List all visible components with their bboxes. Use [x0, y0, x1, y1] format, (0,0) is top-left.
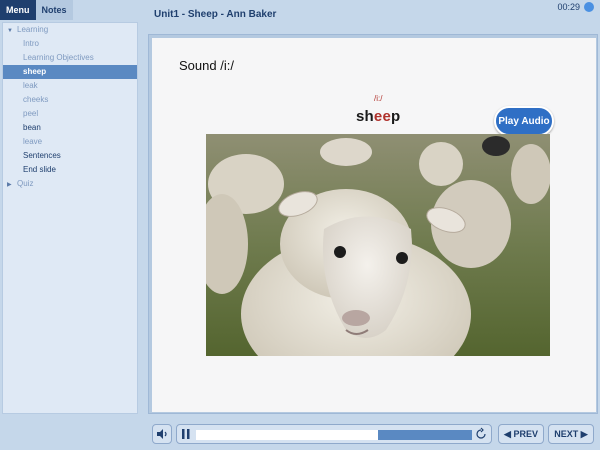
- word-highlight: ee: [373, 108, 391, 125]
- prev-label: PREV: [513, 429, 538, 439]
- menu-item-leak[interactable]: leak: [3, 79, 137, 93]
- menu-item-end-slide[interactable]: End slide: [3, 163, 137, 177]
- tab-menu[interactable]: Menu: [0, 0, 36, 20]
- menu-section-quiz[interactable]: ▶ Quiz: [3, 177, 137, 191]
- word-suffix: p: [391, 108, 401, 125]
- target-word: sheep: [356, 108, 400, 125]
- prev-button[interactable]: ◀ PREV: [498, 424, 544, 444]
- sidebar: Menu Notes ▼ Learning Intro Learning Object…: [0, 0, 140, 420]
- menu-item-sentences[interactable]: Sentences: [3, 149, 137, 163]
- menu-section-label: Learning: [17, 25, 49, 34]
- sound-label: Sound /i:/: [179, 58, 234, 73]
- phonetic-label: /i:/: [374, 94, 383, 103]
- menu-item-peel[interactable]: peel: [3, 107, 137, 121]
- timer-indicator-icon: [584, 2, 594, 12]
- pause-button[interactable]: [180, 427, 192, 441]
- menu-section-label: Quiz: [17, 179, 34, 188]
- timer: 00:29: [557, 2, 580, 12]
- replay-icon: [476, 427, 486, 439]
- menu-item-sheep[interactable]: sheep: [3, 65, 137, 79]
- tab-notes[interactable]: Notes: [35, 0, 73, 20]
- progress-fill: [196, 430, 379, 440]
- sheep-illustration: [206, 134, 550, 356]
- menu-panel: ▼ Learning Intro Learning Objectives sheep le…: [2, 22, 138, 414]
- caret-down-icon: ▼: [7, 28, 13, 34]
- header: Unit1 - Sheep - Ann Baker 00:29: [140, 0, 600, 30]
- next-button[interactable]: NEXT ▶: [548, 424, 594, 444]
- pause-icon: [182, 429, 190, 439]
- menu-item-cheeks[interactable]: cheeks: [3, 93, 137, 107]
- sidebar-tabs: Menu Notes: [0, 0, 140, 20]
- next-label: NEXT: [554, 429, 579, 439]
- speaker-icon: [157, 429, 167, 439]
- replay-button[interactable]: [474, 427, 488, 441]
- play-audio-button[interactable]: Play Audio: [494, 106, 554, 136]
- word-prefix: sh: [356, 108, 374, 125]
- progress-track[interactable]: [196, 430, 472, 440]
- menu-item-leave[interactable]: leave: [3, 135, 137, 149]
- sheep-photo: [206, 134, 550, 356]
- menu-item-intro[interactable]: Intro: [3, 37, 137, 51]
- menu-item-bean[interactable]: bean: [3, 121, 137, 135]
- caret-right-icon: ▶: [7, 182, 12, 188]
- course-title: Unit1 - Sheep - Ann Baker: [154, 9, 277, 20]
- slide: Sound /i:/ /i:/ sheep Play Audio: [152, 38, 596, 412]
- menu-item-learning-objectives[interactable]: Learning Objectives: [3, 51, 137, 65]
- volume-button[interactable]: [152, 424, 172, 444]
- menu-section-learning[interactable]: ▼ Learning: [3, 23, 137, 37]
